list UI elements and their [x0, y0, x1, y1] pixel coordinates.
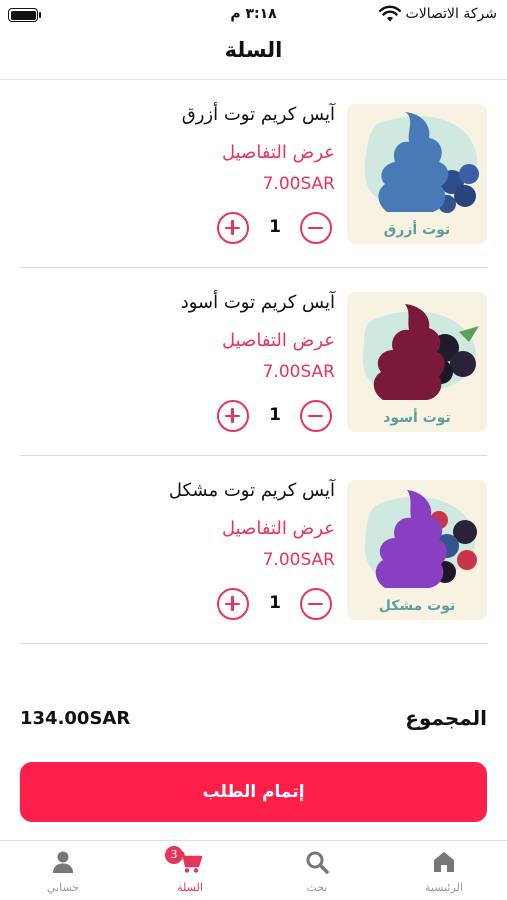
quantity-value: 1 — [269, 405, 281, 425]
wifi-icon — [379, 5, 401, 22]
user-icon — [53, 851, 73, 873]
product-price: 7.00SAR — [262, 550, 335, 570]
decrease-quantity-button[interactable] — [300, 588, 332, 620]
product-name: آيس كريم توت أزرق — [181, 104, 335, 125]
tab-account-label: حسابي — [46, 881, 80, 894]
tab-home[interactable]: الرئيسية — [381, 841, 507, 900]
cart-item: توت أسود آيس كريم توت أسود عرض التفاصيل … — [20, 268, 487, 456]
status-bar: شركة الاتصالات ٣:١٨ م — [0, 0, 507, 30]
product-image[interactable]: توت مشكل — [347, 480, 487, 620]
tab-home-label: الرئيسية — [425, 881, 463, 894]
cart-item: توت مشكل آيس كريم توت مشكل عرض التفاصيل … — [20, 456, 487, 644]
increase-quantity-button[interactable] — [217, 588, 249, 620]
view-details-link[interactable]: عرض التفاصيل — [222, 142, 335, 163]
checkout-button[interactable]: إتمام الطلب — [20, 762, 487, 822]
image-label: توت أسود — [383, 410, 451, 426]
increase-quantity-button[interactable] — [217, 212, 249, 244]
tab-cart[interactable]: 3 السلة — [127, 841, 253, 900]
cart-item: توت أزرق آيس كريم توت أزرق عرض التفاصيل … — [20, 80, 487, 268]
product-image[interactable]: توت أزرق — [347, 104, 487, 244]
tab-cart-label: السلة — [177, 881, 203, 894]
quantity-value: 1 — [269, 593, 281, 613]
tab-bar: الرئيسية بحث 3 السلة حسابي — [0, 840, 507, 900]
home-icon — [434, 852, 454, 872]
tab-account[interactable]: حسابي — [0, 841, 126, 900]
carrier-name: شركة الاتصالات — [405, 6, 497, 22]
product-image[interactable]: توت أسود — [347, 292, 487, 432]
tab-search-label: بحث — [306, 881, 328, 894]
search-icon — [306, 851, 329, 874]
product-price: 7.00SAR — [262, 362, 335, 382]
quantity-value: 1 — [269, 217, 281, 237]
status-time: ٣:١٨ م — [230, 6, 277, 22]
view-details-link[interactable]: عرض التفاصيل — [222, 518, 335, 539]
total-value: 134.00SAR — [20, 708, 131, 729]
total-row: المجموع 134.00SAR — [20, 700, 487, 740]
decrease-quantity-button[interactable] — [300, 212, 332, 244]
image-label: توت مشكل — [378, 598, 456, 614]
product-name: آيس كريم توت أسود — [180, 292, 335, 313]
page-title: السلة — [224, 38, 283, 62]
tab-search[interactable]: بحث — [254, 841, 380, 900]
product-price: 7.00SAR — [262, 174, 335, 194]
header: السلة — [0, 30, 507, 80]
decrease-quantity-button[interactable] — [300, 400, 332, 432]
cart-count-badge: 3 — [165, 846, 183, 864]
product-name: آيس كريم توت مشكل — [168, 480, 335, 501]
battery-icon — [8, 8, 41, 22]
view-details-link[interactable]: عرض التفاصيل — [222, 330, 335, 351]
image-label: توت أزرق — [383, 222, 451, 238]
total-label: المجموع — [405, 706, 487, 730]
increase-quantity-button[interactable] — [217, 400, 249, 432]
